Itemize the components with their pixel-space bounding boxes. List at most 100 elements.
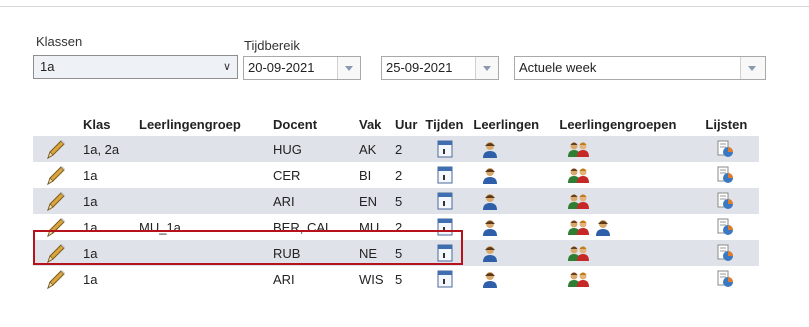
cell-leerlingengroep [135,266,269,292]
student-group-icon [567,272,589,287]
header-vak: Vak [359,116,382,132]
calendar-icon [437,192,453,210]
tijden-button[interactable] [421,136,470,162]
table-header-row: Klas Leerlingengroep Docent Vak Uur Tijd… [33,112,759,136]
edit-button[interactable] [33,266,79,292]
cell-docent: CER [273,167,301,183]
tijden-button[interactable] [421,162,469,188]
header-tijden: Tijden [425,116,464,132]
header-klas: Klas [83,116,111,132]
cell-klas: 1a, 2a [79,136,135,162]
leerlingen-button[interactable] [469,136,556,162]
cell-vak: AK [355,136,391,162]
range-select[interactable]: Actuele week [514,56,766,80]
leerlingengroepen-button[interactable] [555,214,701,240]
student-group-icon [567,142,589,157]
table-row[interactable]: 1a ARI WIS 5 [33,266,759,292]
leerlingen-button[interactable] [469,188,556,214]
cell-leerlingengroep [135,136,269,162]
list-chart-icon [717,218,734,235]
student-icon [482,246,497,262]
pencil-icon [47,270,65,290]
lessons-table: Klas Leerlingengroep Docent Vak Uur Tijd… [33,112,760,292]
klassen-select-value: 1a [40,59,55,74]
date-to-picker[interactable]: 25-09-2021 [381,56,499,80]
date-from-dropdown-button[interactable] [337,57,360,79]
header-leerlingen: Leerlingen [473,116,540,132]
cell-docent: ARI [269,188,355,214]
leerlingengroepen-button[interactable] [555,240,702,266]
student-icon [482,142,497,158]
header-uur: Uur [395,116,418,132]
date-from-value: 20-09-2021 [248,60,315,75]
cell-klas: 1a [83,271,98,287]
top-divider [0,6,809,7]
klassen-select[interactable]: 1a ∨ [33,55,238,79]
student-icon [482,194,497,210]
tijdbereik-label: Tijdbereik [244,38,300,53]
edit-button[interactable] [33,188,79,214]
lijsten-button[interactable] [701,240,760,266]
table-row[interactable]: 1a, 2a HUG AK 2 [33,136,760,162]
cell-klas: 1a [79,188,135,214]
cell-uur: 5 [391,188,422,214]
tijden-button[interactable] [421,266,469,292]
student-icon [482,168,497,184]
cell-vak: EN [355,188,391,214]
list-chart-icon [717,166,734,183]
calendar-icon [437,140,453,158]
cell-leerlingengroep [135,162,269,188]
dropdown-arrow-icon [483,66,491,71]
leerlingen-button[interactable] [469,240,556,266]
dropdown-arrow-icon [748,66,756,71]
edit-button[interactable] [33,162,79,188]
leerlingen-button[interactable] [469,162,555,188]
dropdown-arrow-icon [345,66,353,71]
cell-uur: 2 [395,167,403,183]
pencil-icon [47,192,65,212]
pencil-icon [47,140,65,160]
header-leerlingengroepen: Leerlingengroepen [559,116,677,132]
header-leerlingengroep: Leerlingengroep [139,116,241,132]
leerlingengroepen-button[interactable] [555,136,702,162]
list-chart-icon [717,270,734,287]
cell-vak: BI [359,167,372,183]
date-to-dropdown-button[interactable] [475,57,498,79]
table-row[interactable]: 1a CER BI 2 [33,162,759,188]
lijsten-button[interactable] [701,214,759,240]
student-group-icon [567,246,589,261]
leerlingengroepen-button[interactable] [555,188,702,214]
date-from-picker[interactable]: 20-09-2021 [243,56,361,80]
lijsten-button[interactable] [701,162,759,188]
calendar-icon [437,166,453,184]
list-chart-icon [717,244,734,261]
lijsten-button[interactable] [701,266,759,292]
list-chart-icon [717,140,734,157]
chevron-down-icon: ∨ [222,61,231,73]
table-row[interactable]: 1a ARI EN 5 [33,188,760,214]
leerlingengroepen-button[interactable] [555,162,701,188]
header-edit [33,112,79,136]
tijden-button[interactable] [421,188,470,214]
lijsten-button[interactable] [701,136,760,162]
highlighted-row-outline [33,230,463,265]
range-dropdown-button[interactable] [740,57,765,79]
edit-button[interactable] [33,136,79,162]
leerlingen-button[interactable] [469,266,555,292]
cell-docent: ARI [273,271,295,287]
list-chart-icon [717,192,734,209]
cell-docent: HUG [269,136,355,162]
student-icon [596,220,611,236]
calendar-icon [437,270,453,288]
cell-vak: WIS [359,271,384,287]
cell-klas: 1a [83,167,98,183]
lijsten-button[interactable] [701,188,760,214]
leerlingengroepen-button[interactable] [555,266,701,292]
date-to-value: 25-09-2021 [386,60,453,75]
student-group-icon [567,220,589,235]
klassen-label: Klassen [36,34,83,49]
student-group-icon [567,168,589,183]
range-select-value: Actuele week [519,60,597,75]
student-icon [482,220,497,236]
leerlingen-button[interactable] [469,214,555,240]
